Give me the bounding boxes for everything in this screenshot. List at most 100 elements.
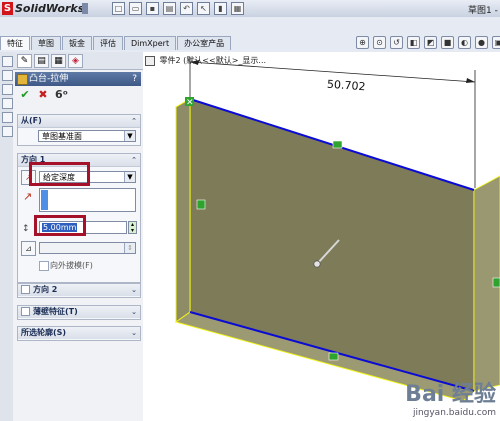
scene-icon[interactable]: ▣	[492, 36, 500, 49]
collapse-chevron-icon[interactable]: ⌃	[131, 154, 137, 166]
title-bar: S SolidWorks □ ▭ ▪ ▤ ↶ ↖ ▮ ▦ 草图1 -	[0, 0, 500, 18]
depth-spinner[interactable]: ▴ ▾	[128, 221, 137, 234]
revolve-tool-icon[interactable]	[2, 70, 13, 81]
configuration-tab-icon[interactable]: ▦	[51, 54, 66, 68]
draft-outward-label: 向外拔模(F)	[50, 261, 93, 270]
feature-title: 凸台-拉伸	[29, 74, 69, 84]
save-icon[interactable]: ▪	[146, 2, 159, 15]
print-icon[interactable]: ▤	[163, 2, 176, 15]
ok-button[interactable]: ✔	[19, 89, 31, 101]
left-tool-strip	[0, 52, 14, 421]
app-logo[interactable]: S SolidWorks	[2, 1, 84, 16]
feature-title-bar: 凸台-拉伸 ?	[15, 72, 141, 86]
appearance-icon[interactable]: ●	[475, 36, 488, 49]
new-document-icon[interactable]: □	[112, 2, 125, 15]
action-buttons: ✔ ✖ 6ᵒ	[13, 86, 143, 107]
draft-toggle-button[interactable]: ⊿	[21, 241, 36, 256]
zoom-fit-icon[interactable]: ⊕	[356, 36, 369, 49]
left-face	[175, 98, 191, 323]
from-group: 从(F) ⌃ 草图基准面 ▼	[17, 114, 141, 146]
tab-evaluate[interactable]: 评估	[93, 36, 123, 50]
options-icon[interactable]: ▦	[231, 2, 244, 15]
quick-access-toolbar: □ ▭ ▪ ▤ ↶ ↖ ▮ ▦	[112, 2, 244, 15]
expand-chevron-icon[interactable]: ⌄	[131, 327, 137, 339]
watermark-logo: Bai 经验	[405, 382, 496, 407]
direction-vector-field[interactable]	[39, 188, 136, 212]
thin-feature-checkbox[interactable]	[21, 307, 30, 316]
feature-tree-tab-icon[interactable]: ▤	[34, 54, 49, 68]
watermark-url: jingyan.baidu.com	[412, 408, 496, 418]
manager-tabs: ✎ ▤ ▦ ◈	[13, 52, 143, 70]
draft-angle-input[interactable]: ⇕	[39, 242, 136, 254]
model-view: ✕	[174, 57, 500, 402]
display-style-icon[interactable]: ■	[441, 36, 454, 49]
from-group-title: 从(F)	[21, 116, 42, 125]
watermark: Bai 经验 jingyan.baidu.com	[405, 376, 496, 418]
thin-feature-group[interactable]: 薄壁特征(T) ⌄	[17, 305, 141, 320]
expand-chevron-icon[interactable]: ⌄	[131, 284, 137, 296]
part-icon	[145, 55, 155, 66]
hide-show-icon[interactable]: ◐	[458, 36, 471, 49]
undo-icon[interactable]: ↶	[180, 2, 193, 15]
tab-dimxpert[interactable]: DimXpert	[124, 36, 177, 50]
property-manager-tab-icon[interactable]: ✎	[17, 54, 32, 68]
tab-sketch[interactable]: 草图	[31, 36, 61, 50]
rebuild-icon[interactable]: ▮	[214, 2, 227, 15]
breadcrumb-text: 零件2 (默认<<默认>_显示...	[159, 56, 267, 65]
highlight-end-condition	[29, 162, 90, 186]
selection-highlight	[41, 190, 48, 210]
solidworks-logo-icon: S	[2, 2, 13, 15]
front-face	[189, 98, 475, 392]
cut-tool-icon[interactable]	[2, 112, 13, 123]
command-tabs: 特征 草图 钣金 评估 DimXpert 办公室产品	[0, 36, 232, 50]
document-title: 草图1 -	[468, 6, 498, 16]
sweep-tool-icon[interactable]	[2, 84, 13, 95]
zoom-area-icon[interactable]: ⊙	[373, 36, 386, 49]
svg-text:✕: ✕	[186, 98, 194, 108]
fillet-tool-icon[interactable]	[2, 126, 13, 137]
cancel-button[interactable]: ✖	[37, 89, 49, 101]
extrude-tool-icon[interactable]	[2, 56, 13, 67]
loft-tool-icon[interactable]	[2, 98, 13, 109]
dimension-value[interactable]: 50.702	[327, 78, 366, 94]
graphics-area[interactable]: ✕ 50.702	[143, 52, 500, 421]
depth-icon: ↕	[22, 224, 30, 234]
open-folder-icon[interactable]: ▭	[129, 2, 142, 15]
collapse-chevron-icon[interactable]: ⌃	[131, 115, 137, 127]
from-start-select[interactable]: 草图基准面 ▼	[38, 130, 136, 142]
thin-feature-title: 薄壁特征(T)	[33, 307, 78, 316]
display-manager-tab-icon[interactable]: ◈	[68, 54, 83, 68]
expand-chevron-icon[interactable]: ⌄	[131, 306, 137, 318]
section-view-icon[interactable]: ◧	[407, 36, 420, 49]
selected-contours-title: 所选轮廓(S)	[21, 328, 67, 337]
tab-office-products[interactable]: 办公室产品	[177, 36, 232, 50]
selected-contours-group[interactable]: 所选轮廓(S) ⌄	[17, 326, 141, 341]
tab-features[interactable]: 特征	[0, 36, 30, 50]
breadcrumb[interactable]: 零件2 (默认<<默认>_显示...	[145, 55, 266, 66]
highlight-depth	[34, 215, 86, 236]
view-toolbar: ⊕ ⊙ ↺ ◧ ◩ ■ ◐ ● ▣ ▾	[356, 36, 500, 49]
select-pointer-icon[interactable]: ↖	[197, 2, 210, 15]
help-icon[interactable]: ?	[132, 72, 137, 86]
horizontal-relation-icon	[332, 140, 343, 149]
drag-handle-knob	[313, 260, 321, 268]
direction2-title: 方向 2	[33, 285, 58, 294]
view-orientation-icon[interactable]: ◩	[424, 36, 437, 49]
menu-arrow-icon[interactable]	[82, 3, 88, 14]
spinner-icon: ⇕	[124, 243, 135, 253]
vertical-relation-icon-right	[492, 277, 500, 288]
horizontal-relation-icon-bottom	[328, 352, 339, 361]
direction-arrow-icon: ↗	[23, 190, 33, 203]
thin-feature-header[interactable]: 薄壁特征(T) ⌄	[18, 306, 140, 318]
direction2-header[interactable]: 方向 2 ⌄	[18, 284, 140, 296]
tab-sheet-metal[interactable]: 钣金	[62, 36, 92, 50]
previous-view-icon[interactable]: ↺	[390, 36, 403, 49]
detailed-preview-icon[interactable]: 6ᵒ	[55, 89, 68, 101]
selected-contours-header[interactable]: 所选轮廓(S) ⌄	[18, 327, 140, 339]
app-name: SolidWorks	[15, 2, 85, 15]
direction2-group[interactable]: 方向 2 ⌄	[17, 283, 141, 298]
from-group-header[interactable]: 从(F) ⌃	[18, 115, 140, 128]
boss-extrude-icon	[17, 74, 28, 85]
draft-outward-checkbox[interactable]	[39, 261, 49, 271]
direction2-checkbox[interactable]	[21, 285, 30, 294]
